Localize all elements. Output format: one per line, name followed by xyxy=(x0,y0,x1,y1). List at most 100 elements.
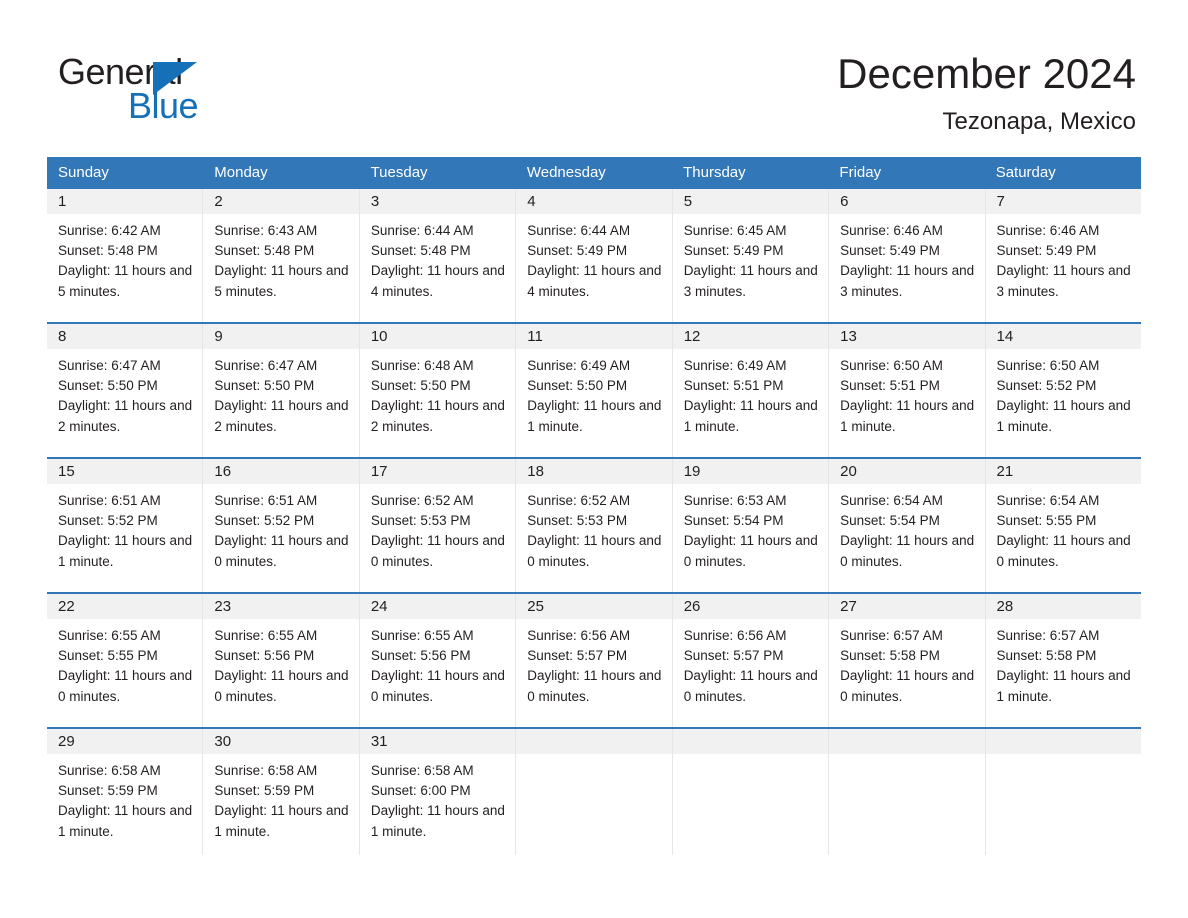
sunset-text: Sunset: 5:56 PM xyxy=(214,648,315,664)
sunrise-text: Sunrise: 6:58 AM xyxy=(58,763,161,778)
sunrise-text: Sunrise: 6:46 AM xyxy=(996,223,1100,238)
brand-logo[interactable]: General Blue xyxy=(58,52,318,132)
calendar-day-cell-empty xyxy=(516,729,673,855)
calendar-day-cell[interactable]: 21 Sunrise: 6:54 AM Sunset: 5:55 PM Dayligh… xyxy=(985,459,1141,592)
day-number-band xyxy=(829,729,985,754)
calendar-day-cell[interactable]: 28 Sunrise: 6:57 AM Sunset: 5:58 PM Dayligh… xyxy=(985,594,1141,727)
day-of-week-header: Saturday xyxy=(995,164,1056,181)
calendar-day-cell[interactable]: 14 Sunrise: 6:50 AM Sunset: 5:52 PM Dayligh… xyxy=(985,324,1141,457)
day-of-week-header: Thursday xyxy=(683,164,746,181)
day-number: 1 xyxy=(58,193,67,210)
day-number: 3 xyxy=(370,193,380,210)
calendar-day-cell[interactable]: 25 Sunrise: 6:56 AM Sunset: 5:57 PM Dayligh… xyxy=(516,594,673,727)
sunset-text: Sunset: 5:58 PM xyxy=(840,648,940,664)
sunset-text: Sunset: 5:48 PM xyxy=(58,243,158,259)
sunset-text: Sunset: 5:52 PM xyxy=(58,513,158,529)
daylight-text: Daylight: 11 hours and 4 minutes. xyxy=(527,263,662,299)
calendar-week-inner: 1 Sunrise: 6:42 AM Sunset: 5:48 PM Daylight… xyxy=(47,189,1141,322)
day-number: 8 xyxy=(58,328,67,345)
day-number: 2 xyxy=(214,193,223,210)
daylight-text: Daylight: 11 hours and 0 minutes. xyxy=(683,533,818,569)
calendar-day-cell[interactable]: 22 Sunrise: 6:55 AM Sunset: 5:55 PM Dayligh… xyxy=(47,594,204,727)
day-number-band: 1 xyxy=(47,189,203,214)
sunrise-text: Sunrise: 6:55 AM xyxy=(370,628,474,643)
calendar-week-row: 8 Sunrise: 6:47 AM Sunset: 5:50 PM Daylight… xyxy=(47,322,1141,457)
daylight-text: Daylight: 11 hours and 0 minutes. xyxy=(996,533,1131,569)
calendar-day-cell[interactable]: 3 Sunrise: 6:44 AM Sunset: 5:48 PM Daylight… xyxy=(359,189,517,322)
page-subtitle: Tezonapa, Mexico xyxy=(942,108,1136,135)
day-number: 23 xyxy=(214,598,232,615)
calendar-day-cell[interactable]: 12 Sunrise: 6:49 AM Sunset: 5:51 PM Dayligh… xyxy=(672,324,830,457)
day-details: Sunrise: 6:53 AM Sunset: 5:54 PM Daylight:… xyxy=(673,484,828,572)
sunrise-text: Sunrise: 6:51 AM xyxy=(58,493,161,508)
calendar-day-cell[interactable]: 17 Sunrise: 6:52 AM Sunset: 5:53 PM Dayligh… xyxy=(359,459,517,592)
calendar-day-cell[interactable]: 2 Sunrise: 6:43 AM Sunset: 5:48 PM Daylight… xyxy=(203,189,360,322)
daylight-text: Daylight: 11 hours and 0 minutes. xyxy=(527,533,662,569)
calendar-day-cell[interactable]: 27 Sunrise: 6:57 AM Sunset: 5:58 PM Dayligh… xyxy=(829,594,986,727)
calendar-day-cell[interactable]: 31 Sunrise: 6:58 AM Sunset: 6:00 PM Dayligh… xyxy=(359,729,517,855)
daylight-text: Daylight: 11 hours and 5 minutes. xyxy=(58,263,193,299)
calendar-week-inner: 15 Sunrise: 6:51 AM Sunset: 5:52 PM Dayligh… xyxy=(47,459,1141,592)
day-details: Sunrise: 6:54 AM Sunset: 5:54 PM Daylight:… xyxy=(829,484,984,572)
day-details: Sunrise: 6:47 AM Sunset: 5:50 PM Daylight:… xyxy=(47,349,202,437)
day-number: 14 xyxy=(996,328,1014,345)
calendar-day-cell[interactable]: 20 Sunrise: 6:54 AM Sunset: 5:54 PM Dayligh… xyxy=(829,459,986,592)
sunset-text: Sunset: 5:48 PM xyxy=(370,243,471,259)
calendar-page: General Blue December 2024 Tezonapa, Mex… xyxy=(0,0,1188,918)
day-number-band: 16 xyxy=(203,459,359,484)
day-number-band: 18 xyxy=(516,459,672,484)
calendar-day-cell[interactable]: 29 Sunrise: 6:58 AM Sunset: 5:59 PM Dayligh… xyxy=(47,729,204,855)
day-number: 20 xyxy=(840,463,857,480)
calendar-day-cell[interactable]: 30 Sunrise: 6:58 AM Sunset: 5:59 PM Dayligh… xyxy=(203,729,360,855)
calendar-day-cell[interactable]: 9 Sunrise: 6:47 AM Sunset: 5:50 PM Daylight… xyxy=(203,324,360,457)
calendar-day-cell[interactable]: 1 Sunrise: 6:42 AM Sunset: 5:48 PM Daylight… xyxy=(47,189,204,322)
daylight-text: Daylight: 11 hours and 2 minutes. xyxy=(370,398,505,434)
day-number: 22 xyxy=(58,598,75,615)
daylight-text: Daylight: 11 hours and 2 minutes. xyxy=(214,398,349,434)
daylight-text: Daylight: 11 hours and 0 minutes. xyxy=(214,668,349,704)
calendar-week-inner: 8 Sunrise: 6:47 AM Sunset: 5:50 PM Daylight… xyxy=(47,324,1141,457)
sunrise-text: Sunrise: 6:49 AM xyxy=(527,358,631,373)
calendar-day-cell[interactable]: 6 Sunrise: 6:46 AM Sunset: 5:49 PM Daylight… xyxy=(829,189,986,322)
calendar-grid: Sunday Monday Tuesday Wednesday Thursday Frid… xyxy=(47,157,1141,855)
title-block: December 2024 Tezonapa, Mexico xyxy=(837,48,1136,139)
day-number: 7 xyxy=(996,193,1005,210)
day-of-week-header: Wednesday xyxy=(526,164,606,181)
calendar-day-cell[interactable]: 18 Sunrise: 6:52 AM Sunset: 5:53 PM Dayligh… xyxy=(516,459,673,592)
page-header: General Blue December 2024 Tezonapa, Mex… xyxy=(0,0,1188,150)
day-details: Sunrise: 6:51 AM Sunset: 5:52 PM Daylight:… xyxy=(47,484,202,572)
day-number: 29 xyxy=(58,733,75,750)
calendar-day-cell[interactable]: 4 Sunrise: 6:44 AM Sunset: 5:49 PM Daylight… xyxy=(516,189,673,322)
calendar-day-cell[interactable]: 7 Sunrise: 6:46 AM Sunset: 5:49 PM Daylight… xyxy=(985,189,1141,322)
calendar-day-cell[interactable]: 19 Sunrise: 6:53 AM Sunset: 5:54 PM Dayligh… xyxy=(672,459,830,592)
sunrise-text: Sunrise: 6:54 AM xyxy=(996,493,1100,508)
calendar-day-cell[interactable]: 8 Sunrise: 6:47 AM Sunset: 5:50 PM Daylight… xyxy=(47,324,204,457)
sunrise-text: Sunrise: 6:44 AM xyxy=(370,223,474,238)
sunrise-text: Sunrise: 6:44 AM xyxy=(527,223,631,238)
day-details: Sunrise: 6:51 AM Sunset: 5:52 PM Daylight:… xyxy=(203,484,358,572)
day-number: 5 xyxy=(683,193,693,210)
calendar-weeks: 1 Sunrise: 6:42 AM Sunset: 5:48 PM Daylight… xyxy=(47,189,1141,855)
sunrise-text: Sunrise: 6:58 AM xyxy=(370,763,474,778)
calendar-day-cell[interactable]: 13 Sunrise: 6:50 AM Sunset: 5:51 PM Dayligh… xyxy=(829,324,986,457)
calendar-day-cell[interactable]: 24 Sunrise: 6:55 AM Sunset: 5:56 PM Dayligh… xyxy=(359,594,517,727)
sunset-text: Sunset: 5:49 PM xyxy=(683,243,784,259)
sunset-text: Sunset: 5:50 PM xyxy=(214,378,315,394)
calendar-day-cell[interactable]: 10 Sunrise: 6:48 AM Sunset: 5:50 PM Dayligh… xyxy=(359,324,517,457)
day-number-band: 28 xyxy=(985,594,1141,619)
sunrise-text: Sunrise: 6:57 AM xyxy=(840,628,943,643)
calendar-week-row: 22 Sunrise: 6:55 AM Sunset: 5:55 PM Dayligh… xyxy=(47,592,1141,727)
day-number-band: 8 xyxy=(47,324,203,349)
day-number: 18 xyxy=(527,463,544,480)
sunset-text: Sunset: 5:52 PM xyxy=(214,513,315,529)
day-details xyxy=(516,754,671,761)
calendar-day-cell[interactable]: 26 Sunrise: 6:56 AM Sunset: 5:57 PM Dayligh… xyxy=(672,594,830,727)
calendar-day-cell[interactable]: 23 Sunrise: 6:55 AM Sunset: 5:56 PM Dayligh… xyxy=(203,594,360,727)
day-number-band: 31 xyxy=(359,729,516,754)
sunrise-text: Sunrise: 6:55 AM xyxy=(214,628,318,643)
sunset-text: Sunset: 5:58 PM xyxy=(996,648,1097,664)
calendar-day-cell[interactable]: 11 Sunrise: 6:49 AM Sunset: 5:50 PM Dayligh… xyxy=(516,324,673,457)
calendar-day-cell[interactable]: 15 Sunrise: 6:51 AM Sunset: 5:52 PM Dayligh… xyxy=(47,459,204,592)
calendar-day-cell[interactable]: 5 Sunrise: 6:45 AM Sunset: 5:49 PM Daylight… xyxy=(672,189,830,322)
calendar-day-cell[interactable]: 16 Sunrise: 6:51 AM Sunset: 5:52 PM Dayligh… xyxy=(203,459,360,592)
